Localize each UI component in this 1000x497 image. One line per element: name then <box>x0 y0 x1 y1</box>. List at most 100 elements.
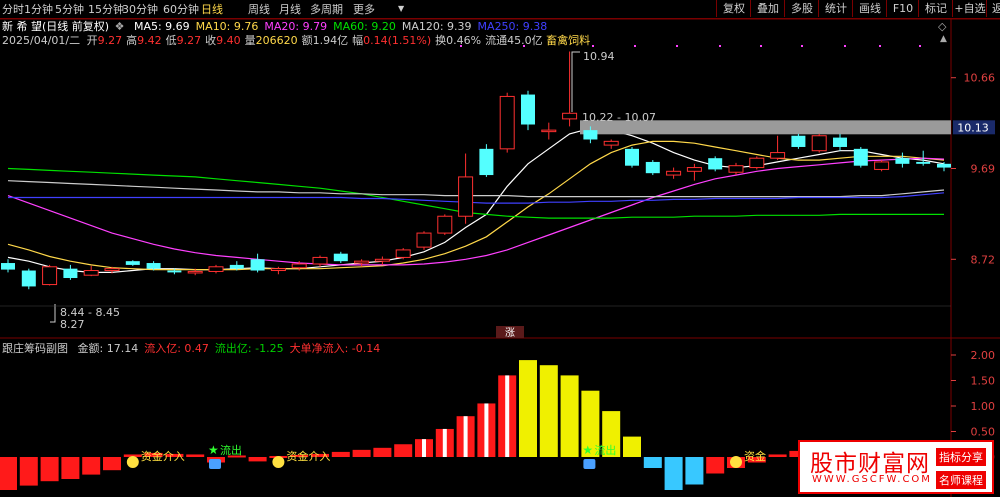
flow-bar <box>768 454 787 457</box>
tab-4[interactable]: 30分钟 <box>122 1 158 17</box>
ind-tick-label: 0.50 <box>971 426 996 439</box>
candle-body <box>833 137 847 147</box>
flow-bar <box>103 457 121 471</box>
candle-body <box>291 263 307 269</box>
current-price-label: 10.13 <box>957 121 989 134</box>
quote-key: 低 <box>165 34 177 47</box>
toolbar-button-1[interactable]: 叠加 <box>750 0 785 17</box>
tab-7[interactable]: 周线 <box>248 1 270 17</box>
candle-body <box>728 165 744 173</box>
quote-key: 高 <box>126 34 138 47</box>
toolbar-button-7[interactable]: +自选 <box>952 0 987 17</box>
sector-label[interactable]: 畜禽饲料 <box>546 34 590 47</box>
candle-body <box>395 249 411 258</box>
candle-body <box>541 129 557 133</box>
flow-bar <box>394 444 413 457</box>
tab-0[interactable]: 分时 <box>2 1 24 17</box>
tab-1[interactable]: 1分钟 <box>24 1 53 17</box>
ma-legend-item: MA5: 9.69 <box>133 20 190 33</box>
range-high-label: 10.22 - 10.07 <box>582 111 656 124</box>
indicator-stat: 金额: 17.14 <box>77 342 139 355</box>
tab-3[interactable]: 15分钟 <box>88 1 124 17</box>
tab-5[interactable]: 60分钟 <box>163 1 199 17</box>
candle-body <box>479 148 494 176</box>
indicator-stats: 金额: 17.14 流入亿: 0.47 流出亿: -1.25 大单净流入: -0.14 <box>72 342 381 355</box>
candle-body <box>187 270 203 274</box>
close-chart-icon[interactable]: ◇ <box>938 20 946 33</box>
signal-dot <box>801 45 803 47</box>
date-label: 2025/04/01/二 <box>2 34 81 47</box>
signal-dot <box>676 45 678 47</box>
toolbar-button-2[interactable]: 多股 <box>784 0 819 17</box>
candle-body <box>437 215 453 234</box>
flow-bar <box>186 454 205 457</box>
signal-smile-icon <box>272 456 285 468</box>
quote-value: 206620 <box>255 34 298 47</box>
quote-value: 9.27 <box>176 34 202 47</box>
candle-body <box>42 266 58 286</box>
signal-face-icon <box>209 459 221 469</box>
candle-body <box>645 161 660 174</box>
quote-value: 1.94亿 <box>312 34 349 47</box>
candle-body <box>521 94 535 125</box>
flow-bar <box>706 457 725 474</box>
flow-bar <box>519 360 537 457</box>
indicator-header: 跟庄筹码副图 金额: 17.14 流入亿: 0.47 流出亿: -1.25 大单净流入… <box>2 342 380 355</box>
candle-body <box>167 270 182 273</box>
candle-body <box>811 135 827 152</box>
flow-bar <box>352 449 371 457</box>
flow-bar-highlight <box>484 403 489 457</box>
signal-dot <box>634 45 636 47</box>
flow-bar <box>61 457 80 479</box>
signal-label: 流出 <box>220 443 242 457</box>
tab-9[interactable]: 多周期 <box>310 1 343 17</box>
low-pointer <box>50 304 56 323</box>
toolbar-button-8[interactable]: 返回 <box>986 0 1000 17</box>
more-chevron-icon[interactable]: ▼ <box>398 4 404 13</box>
signal-label: 资金 <box>744 449 766 463</box>
signal-label: 资金介入 <box>141 449 185 463</box>
flow-bar-highlight <box>505 375 510 457</box>
tab-10[interactable]: 更多 <box>353 1 375 17</box>
flow-bar <box>373 447 392 457</box>
quote-key: 开 <box>86 34 98 47</box>
ma-legend-item: MA20: 9.79 <box>264 20 328 33</box>
flow-bar-highlight <box>442 428 447 457</box>
quote-value: 0.14(1.51%) <box>363 34 432 47</box>
y-tick-label: 9.69 <box>971 163 996 176</box>
signal-dot <box>719 45 721 47</box>
candle-body <box>666 170 682 176</box>
ma-legend: MA5: 9.69 MA10: 9.76 MA20: 9.79 MA60: 9.20 M… <box>128 20 547 33</box>
settings-icon[interactable]: ❖ <box>115 20 125 33</box>
toolbar-button-5[interactable]: F10 <box>886 0 919 17</box>
flow-bar <box>643 457 662 468</box>
candle-body <box>333 253 348 262</box>
tab-8[interactable]: 月线 <box>279 1 301 17</box>
quote-key: 流通 <box>485 34 508 47</box>
tab-6[interactable]: 日线 <box>201 1 223 17</box>
quote-key: 换 <box>435 34 447 47</box>
signal-smile-icon <box>126 456 139 468</box>
signal-dot <box>760 45 762 47</box>
price-chart[interactable]: 10.669.698.7210.1310.9410.22 - 10.078.44… <box>0 0 1000 497</box>
flow-bar-highlight <box>463 416 468 457</box>
candle-body <box>916 161 931 164</box>
toolbar-button-4[interactable]: 画线 <box>852 0 887 17</box>
candle-body <box>21 270 36 287</box>
indicator-stat: 大单净流入: -0.14 <box>289 342 381 355</box>
signal-label: 资金介入 <box>286 449 330 463</box>
flow-bar <box>539 365 558 457</box>
ind-tick-label: 2.00 <box>971 349 996 362</box>
indicator-title: 跟庄筹码副图 <box>2 342 68 355</box>
candle-body <box>937 163 951 168</box>
collapse-icon[interactable]: ▲ <box>940 34 947 44</box>
toolbar-button-0[interactable]: 复权 <box>716 0 751 17</box>
watermark-title: 股市财富网 <box>810 451 930 477</box>
toolbar-button-6[interactable]: 标记 <box>918 0 953 17</box>
ma-line-ma5 <box>7 127 945 273</box>
quote-value: 0.46% <box>446 34 482 47</box>
candle-body <box>499 95 515 150</box>
tab-2[interactable]: 5分钟 <box>55 1 84 17</box>
toolbar-button-3[interactable]: 统计 <box>818 0 853 17</box>
indicator-stat: 流入亿: 0.47 <box>144 342 209 355</box>
